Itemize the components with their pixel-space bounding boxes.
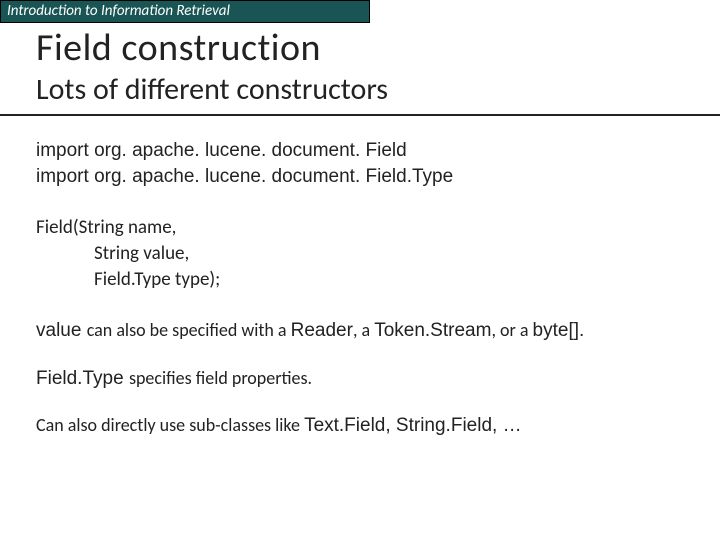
value-text-2: , a	[353, 319, 374, 341]
value-text-1: can also be specified with a	[87, 319, 291, 341]
subclass-types: Text.Field, String.Field, …	[304, 415, 522, 436]
slide-title: Field construction	[0, 23, 720, 71]
sig-line-2: String value,	[36, 241, 684, 267]
course-banner: Introduction to Information Retrieval	[0, 0, 370, 23]
sig-line-3: Field.Type type);	[36, 267, 684, 293]
import-line-1: import org. apache. lucene. document. Fi…	[36, 138, 684, 164]
slide-subtitle: Lots of different constructors	[0, 71, 720, 114]
subclass-note: Can also directly use sub-classes like T…	[36, 413, 684, 439]
fieldtype-text: specifies field properties.	[129, 367, 312, 389]
value-keyword: value	[36, 320, 87, 341]
tokenstream-type: Token.Stream	[374, 320, 491, 341]
value-note: value can also be specified with a Reade…	[36, 318, 684, 344]
slide-body: import org. apache. lucene. document. Fi…	[0, 116, 720, 439]
value-text-3: , or a	[491, 319, 532, 341]
sig-line-1: Field(String name,	[36, 215, 684, 241]
constructor-signature: Field(String name, String value, Field.T…	[36, 215, 684, 292]
import-line-2: import org. apache. lucene. document. Fi…	[36, 164, 684, 190]
fieldtype-note: Field.Type specifies field properties.	[36, 366, 684, 392]
import-block: import org. apache. lucene. document. Fi…	[36, 138, 684, 189]
bytearray-type: byte[].	[533, 320, 585, 341]
subclass-text: Can also directly use sub-classes like	[36, 414, 304, 436]
reader-type: Reader	[291, 320, 353, 341]
fieldtype-keyword: Field.Type	[36, 368, 129, 389]
